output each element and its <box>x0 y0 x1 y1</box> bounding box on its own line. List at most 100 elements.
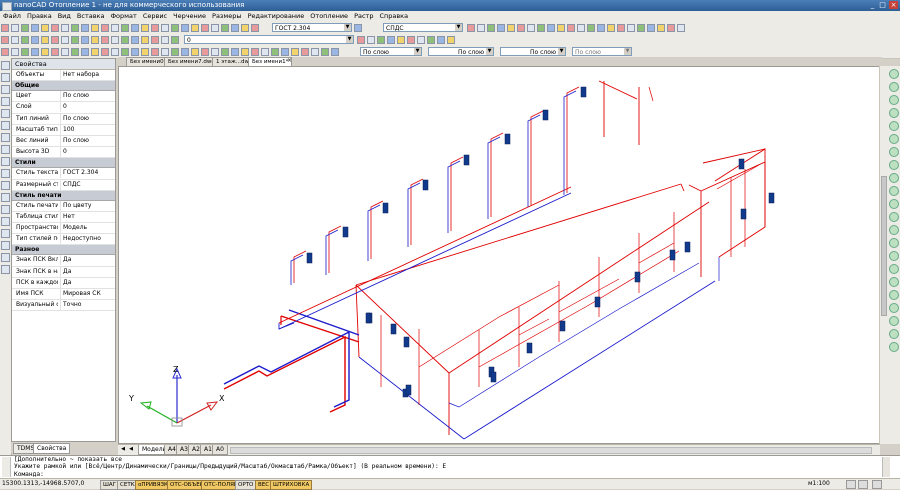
toolbar-tool-icon[interactable] <box>447 36 455 44</box>
toolbar-tool-icon[interactable] <box>397 36 405 44</box>
view-tool-icon[interactable] <box>889 264 899 274</box>
property-row[interactable]: Пространство ...Модель <box>12 223 115 235</box>
toolbar-tool-icon[interactable] <box>281 48 289 56</box>
toolbar-tool-icon[interactable] <box>91 36 99 44</box>
view-tool-icon[interactable] <box>889 290 899 300</box>
toolbar-tool-icon[interactable] <box>151 36 159 44</box>
toolbar-tool-icon[interactable] <box>377 36 385 44</box>
toolbar-tool-icon[interactable] <box>211 48 219 56</box>
toolbar-tool-icon[interactable] <box>1 24 9 32</box>
view-tool-icon[interactable] <box>889 251 899 261</box>
property-row[interactable]: Знак ПСК в на...Да <box>12 266 115 278</box>
menu-service[interactable]: Сервис <box>140 11 170 22</box>
toolbar-tool-icon[interactable] <box>31 24 39 32</box>
toolbar-tool-icon[interactable] <box>537 24 545 32</box>
toolbar-tool-icon[interactable] <box>131 36 139 44</box>
toolbar-tool-icon[interactable] <box>91 48 99 56</box>
toolbar-tool-icon[interactable] <box>417 36 425 44</box>
view-tool-icon[interactable] <box>889 160 899 170</box>
toolbar-tool-icon[interactable] <box>101 36 109 44</box>
toolbar-tool-icon[interactable] <box>61 36 69 44</box>
menu-file[interactable]: Файл <box>0 11 24 22</box>
view-tool-icon[interactable] <box>889 238 899 248</box>
toolbar-tool-icon[interactable] <box>141 24 149 32</box>
draw-tool-icon[interactable] <box>1 61 10 70</box>
property-row[interactable]: ПСК в каждом ...Да <box>12 277 115 289</box>
toolbar-tool-icon[interactable] <box>201 48 209 56</box>
toolbar-tool-icon[interactable] <box>527 24 535 32</box>
menu-raster[interactable]: Растр <box>351 11 376 22</box>
toolbar-tool-icon[interactable] <box>357 36 365 44</box>
property-row[interactable]: Знак ПСК Вкл Да <box>12 255 115 267</box>
view-tool-icon[interactable] <box>889 212 899 222</box>
draw-tool-icon[interactable] <box>1 109 10 118</box>
doc-tab-2[interactable]: Без имени7.dwg <box>164 57 219 66</box>
property-row[interactable]: Высота 3D 0 <box>12 147 115 159</box>
close-button[interactable]: × <box>889 1 898 9</box>
menu-heating[interactable]: Отопление <box>307 11 351 22</box>
property-row[interactable]: Стиль печати По цвету <box>12 200 115 212</box>
toolbar-tool-icon[interactable] <box>517 24 525 32</box>
lineweight-combo[interactable]: По слою ▼ <box>500 47 566 56</box>
property-row[interactable]: Стиль текста ГОСТ 2.304 <box>12 168 115 180</box>
toolbar-tool-icon[interactable] <box>41 48 49 56</box>
view-tool-icon[interactable] <box>889 225 899 235</box>
toolbar-tool-icon[interactable] <box>111 48 119 56</box>
toolbar-tool-icon[interactable] <box>311 48 319 56</box>
toolbar-tool-icon[interactable] <box>487 24 495 32</box>
properties-section-title[interactable]: Стили <box>12 158 115 169</box>
view-tool-icon[interactable] <box>889 342 899 352</box>
toolbar-tool-icon[interactable] <box>271 48 279 56</box>
toolbar-tool-icon[interactable] <box>11 24 19 32</box>
toolbar-tool-icon[interactable] <box>627 24 635 32</box>
draw-tool-icon[interactable] <box>1 253 10 262</box>
toolbar-tool-icon[interactable] <box>81 24 89 32</box>
toolbar-tool-icon[interactable] <box>567 24 575 32</box>
tab-properties[interactable]: Свойства <box>33 443 71 454</box>
toolbar-tool-icon[interactable] <box>101 24 109 32</box>
draw-tool-icon[interactable] <box>1 73 10 82</box>
draw-tool-icon[interactable] <box>1 169 10 178</box>
toolbar-tool-icon[interactable] <box>21 48 29 56</box>
toolbar-tool-icon[interactable] <box>617 24 625 32</box>
toolbar-tool-icon[interactable] <box>121 24 129 32</box>
close-tab-icon[interactable]: × <box>287 57 292 65</box>
toolbar-tool-icon[interactable] <box>547 24 555 32</box>
toolbar-tool-icon[interactable] <box>121 48 129 56</box>
view-tool-icon[interactable] <box>889 277 899 287</box>
toolbar-tool-icon[interactable] <box>231 24 239 32</box>
toolbar-tool-icon[interactable] <box>387 36 395 44</box>
toolbar-tool-icon[interactable] <box>81 36 89 44</box>
status-toggle-button[interactable]: ОРТО <box>235 480 257 490</box>
toolbar-tool-icon[interactable] <box>171 48 179 56</box>
toolbar-tool-icon[interactable] <box>21 24 29 32</box>
layer-combo[interactable]: 0 ▼ <box>184 35 354 44</box>
properties-section-title[interactable]: Разное <box>12 245 115 256</box>
nav-first-icon[interactable]: ◀ <box>120 446 126 452</box>
toolbar-tool-icon[interactable] <box>31 36 39 44</box>
toolbar-tool-icon[interactable] <box>557 24 565 32</box>
toolbar-tool-icon[interactable] <box>91 24 99 32</box>
toolbar-tool-icon[interactable] <box>291 48 299 56</box>
app-icon[interactable] <box>2 2 12 11</box>
toolbar-tool-icon[interactable] <box>111 24 119 32</box>
toolbar-tool-icon[interactable] <box>121 36 129 44</box>
view-tool-icon[interactable] <box>889 329 899 339</box>
property-row[interactable]: Вес линий По слою <box>12 135 115 148</box>
toolbar-tool-icon[interactable] <box>141 48 149 56</box>
toolbar-tool-icon[interactable] <box>151 24 159 32</box>
toolbar-tool-icon[interactable] <box>477 24 485 32</box>
toolbar-tool-icon[interactable] <box>577 24 585 32</box>
draw-tool-icon[interactable] <box>1 157 10 166</box>
draw-tool-icon[interactable] <box>1 85 10 94</box>
property-row[interactable]: Масштаб типа 100 <box>12 124 115 136</box>
view-tool-icon[interactable] <box>889 108 899 118</box>
draw-tool-icon[interactable] <box>1 97 10 106</box>
toolbar-tool-icon[interactable] <box>181 24 189 32</box>
draw-tool-icon[interactable] <box>1 181 10 190</box>
view-tool-icon[interactable] <box>889 121 899 131</box>
draw-tool-icon[interactable] <box>1 121 10 130</box>
toolbar-tool-icon[interactable] <box>261 48 269 56</box>
toolbar-tool-icon[interactable] <box>141 36 149 44</box>
toolbar-tool-icon[interactable] <box>161 36 169 44</box>
